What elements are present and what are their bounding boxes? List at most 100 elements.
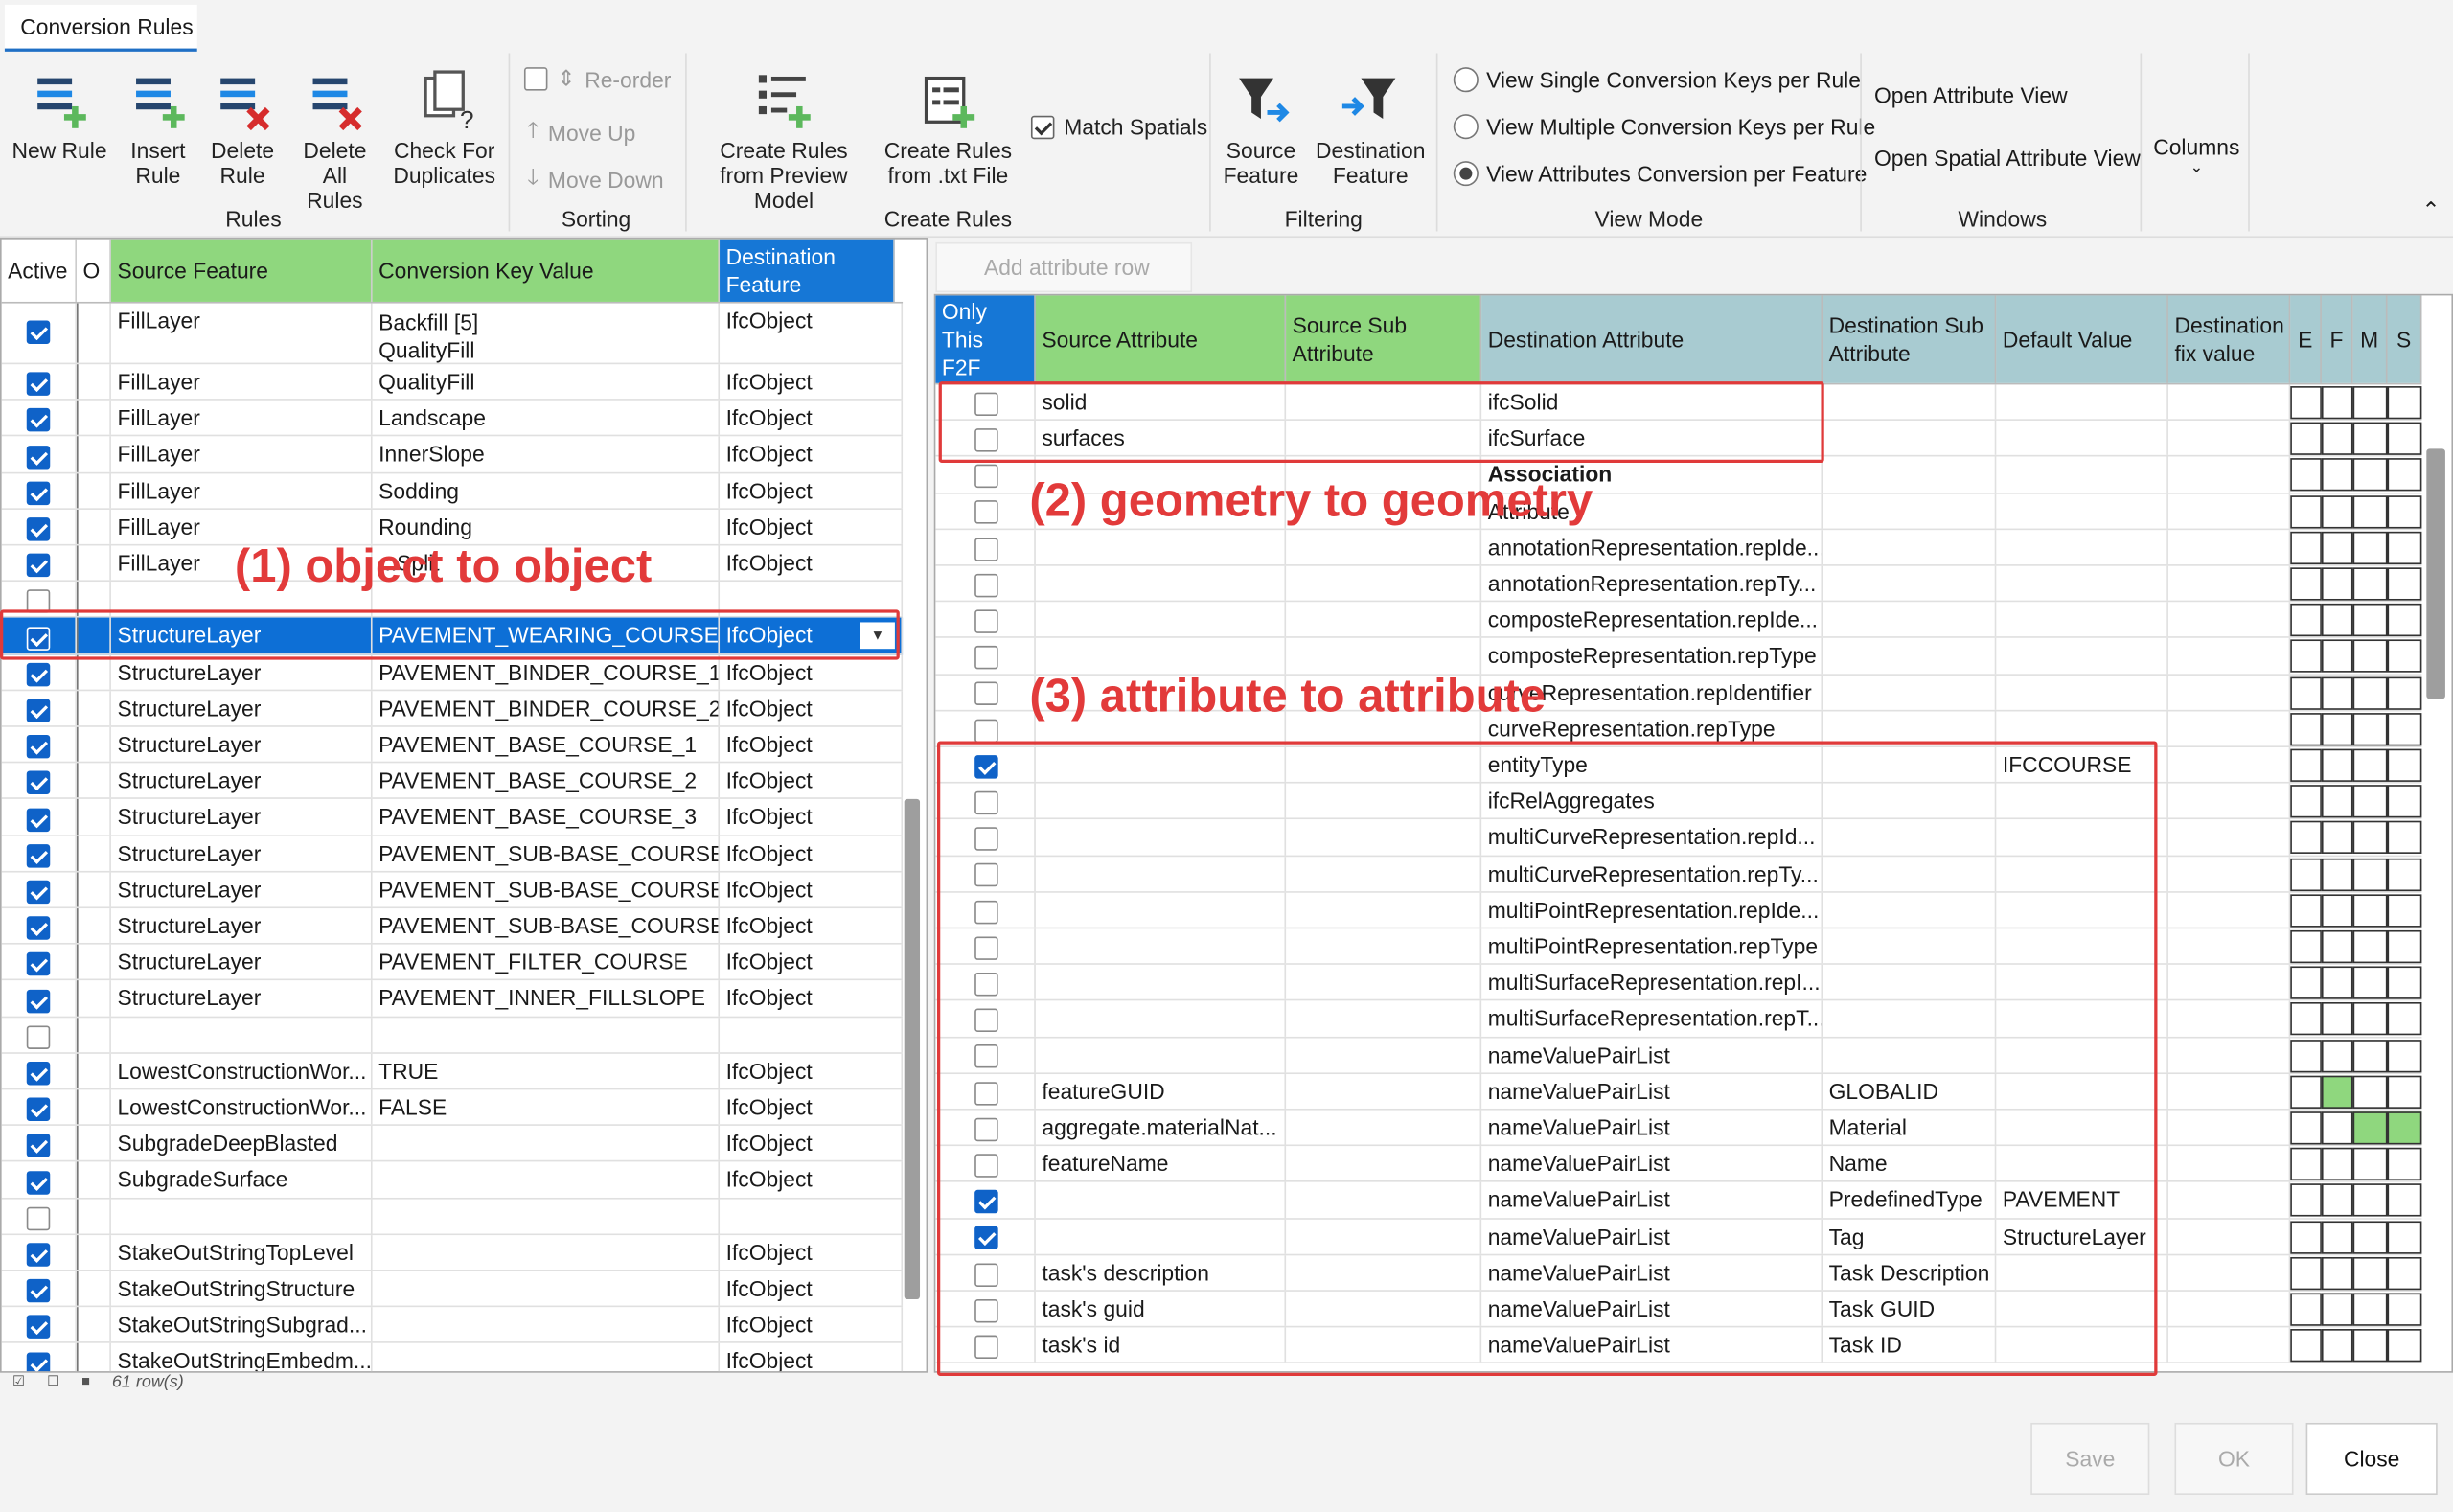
active-checkbox[interactable] — [26, 843, 51, 868]
active-checkbox-cell[interactable] — [2, 980, 78, 1016]
flag-f-cell[interactable] — [2321, 604, 2353, 637]
key-cell[interactable] — [373, 1307, 721, 1342]
flag-s-cell[interactable] — [2387, 494, 2422, 528]
fix-cell[interactable] — [2168, 856, 2291, 891]
flag-f-cell[interactable] — [2321, 1183, 2353, 1218]
fix-cell[interactable] — [2168, 602, 2291, 637]
srcsub-cell[interactable] — [1286, 529, 1482, 565]
dest-cell[interactable]: IfcObject — [720, 1126, 904, 1161]
dest-cell[interactable]: IfcObject — [720, 690, 904, 726]
flag-e-cell[interactable] — [2290, 676, 2322, 710]
flag-e-cell[interactable] — [2290, 748, 2322, 782]
table-row[interactable]: StructureLayer PAVEMENT_INNER_FILLSLOPE If… — [1, 980, 904, 1018]
flag-e-cell[interactable] — [2290, 1293, 2322, 1326]
only-this-f2f-checkbox[interactable] — [974, 464, 998, 489]
flag-f-cell[interactable] — [2321, 966, 2353, 1000]
o-cell[interactable] — [77, 1162, 111, 1198]
only-this-f2f-checkbox[interactable] — [974, 646, 998, 670]
o-cell[interactable] — [77, 545, 111, 581]
flag-e-cell[interactable] — [2290, 821, 2322, 855]
fix-cell[interactable] — [2168, 1255, 2291, 1291]
active-checkbox[interactable] — [26, 1170, 51, 1195]
flag-f-cell[interactable] — [2321, 1039, 2353, 1072]
flag-f-cell[interactable] — [2321, 386, 2353, 420]
flag-m-cell[interactable] — [2352, 1039, 2388, 1072]
fix-cell[interactable] — [2168, 421, 2291, 456]
table-row[interactable]: FillLayer Sodding IfcObject — [1, 472, 904, 510]
flag-f-cell[interactable] — [2321, 494, 2353, 528]
active-checkbox[interactable] — [26, 1351, 51, 1372]
table-row[interactable]: StructureLayer PAVEMENT_BINDER_COURSE_2 If… — [1, 690, 904, 727]
destination-feature-filter-button[interactable]: Destination Feature — [1314, 69, 1427, 188]
flag-e-cell[interactable] — [2290, 1183, 2322, 1218]
active-checkbox-cell[interactable] — [2, 1089, 78, 1125]
flag-s-cell[interactable] — [2387, 785, 2422, 818]
active-checkbox[interactable] — [26, 952, 51, 977]
dest-cell[interactable]: IfcObject — [720, 980, 904, 1016]
active-checkbox-cell[interactable] — [2, 799, 78, 835]
flag-e-cell[interactable] — [2290, 567, 2322, 601]
o-cell[interactable] — [77, 980, 111, 1016]
rules-grid-scrollbar[interactable] — [904, 798, 921, 1300]
active-checkbox-cell[interactable] — [2, 401, 78, 436]
table-row[interactable]: StructureLayer PAVEMENT_SUB-BASE_COURSE_2… — [1, 872, 904, 909]
flag-m-cell[interactable] — [2352, 748, 2388, 782]
src-cell[interactable] — [1036, 529, 1287, 565]
active-checkbox[interactable] — [26, 554, 51, 578]
col-o[interactable]: O — [77, 239, 111, 302]
table-row[interactable]: SubgradeDeepBlasted IfcObject — [1, 1126, 904, 1163]
match-spatials-checkbox[interactable] — [1030, 114, 1055, 139]
fix-cell[interactable] — [2168, 493, 2291, 529]
flag-f-cell[interactable] — [2321, 785, 2353, 818]
active-checkbox-cell[interactable] — [2, 836, 78, 871]
table-row[interactable]: LowestConstructionWor... TRUE IfcObject — [1, 1053, 904, 1090]
source-cell[interactable] — [111, 1017, 373, 1052]
active-checkbox[interactable] — [26, 808, 51, 832]
o-cell[interactable] — [77, 836, 111, 871]
col-only-this-f2f[interactable]: Only This F2F — [935, 295, 1036, 383]
key-cell[interactable]: PAVEMENT_SUB-BASE_COURSE_3 — [373, 908, 721, 944]
key-cell[interactable]: Sodding — [373, 472, 721, 508]
col-source-sub-attribute[interactable]: Source Sub Attribute — [1286, 295, 1482, 383]
table-row[interactable]: StructureLayer PAVEMENT_SUB-BASE_COURSE_3… — [1, 908, 904, 945]
def-cell[interactable] — [1996, 384, 2168, 420]
active-checkbox-cell[interactable] — [2, 1017, 78, 1052]
flag-m-cell[interactable] — [2352, 531, 2388, 564]
col-s[interactable]: S — [2387, 295, 2422, 383]
flag-s-cell[interactable] — [2387, 604, 2422, 637]
sub-cell[interactable] — [1823, 529, 1997, 565]
srcsub-cell[interactable] — [1286, 565, 1482, 601]
table-row[interactable]: StructureLayer PAVEMENT_BASE_COURSE_1 IfcO… — [1, 726, 904, 764]
key-cell[interactable]: PAVEMENT_BASE_COURSE_3 — [373, 799, 721, 835]
dest-cell[interactable]: IfcObject — [720, 1307, 904, 1342]
active-checkbox-cell[interactable] — [2, 872, 78, 907]
dest-cell[interactable]: IfcObject — [720, 364, 904, 400]
active-checkbox-cell[interactable] — [2, 364, 78, 400]
src-cell[interactable] — [1036, 565, 1287, 601]
collapse-ribbon-icon[interactable]: ⌃ — [2421, 197, 2440, 224]
flag-e-cell[interactable] — [2290, 966, 2322, 1000]
flag-s-cell[interactable] — [2387, 821, 2422, 855]
o-cell[interactable] — [77, 1343, 111, 1372]
fix-cell[interactable] — [2168, 928, 2291, 964]
col-destination-sub-attribute[interactable]: Destination Sub Attribute — [1823, 295, 1997, 383]
only-cell[interactable] — [935, 529, 1036, 565]
o-cell[interactable] — [77, 908, 111, 944]
dest-cell[interactable]: IfcObject — [720, 763, 904, 798]
flag-m-cell[interactable] — [2352, 785, 2388, 818]
o-cell[interactable] — [77, 1307, 111, 1342]
flag-m-cell[interactable] — [2352, 1002, 2388, 1036]
table-row[interactable] — [1, 1198, 904, 1235]
flag-f-cell[interactable] — [2321, 929, 2353, 964]
sub-cell[interactable] — [1823, 421, 1997, 456]
active-checkbox[interactable] — [26, 735, 51, 759]
move-up-button[interactable]: 🡑 Move Up — [527, 114, 635, 151]
key-cell[interactable] — [373, 1343, 721, 1372]
table-row[interactable]: StakeOutStringEmbedm... IfcObject — [2, 1343, 904, 1372]
fix-cell[interactable] — [2168, 1219, 2291, 1254]
table-row[interactable]: FillLayer Backfill [5] QualityFill IfcObje… — [1, 303, 904, 365]
flag-e-cell[interactable] — [2290, 386, 2322, 420]
active-checkbox[interactable] — [26, 1279, 51, 1303]
dest-cell[interactable]: IfcObject — [720, 545, 904, 581]
flag-f-cell[interactable] — [2321, 676, 2353, 710]
